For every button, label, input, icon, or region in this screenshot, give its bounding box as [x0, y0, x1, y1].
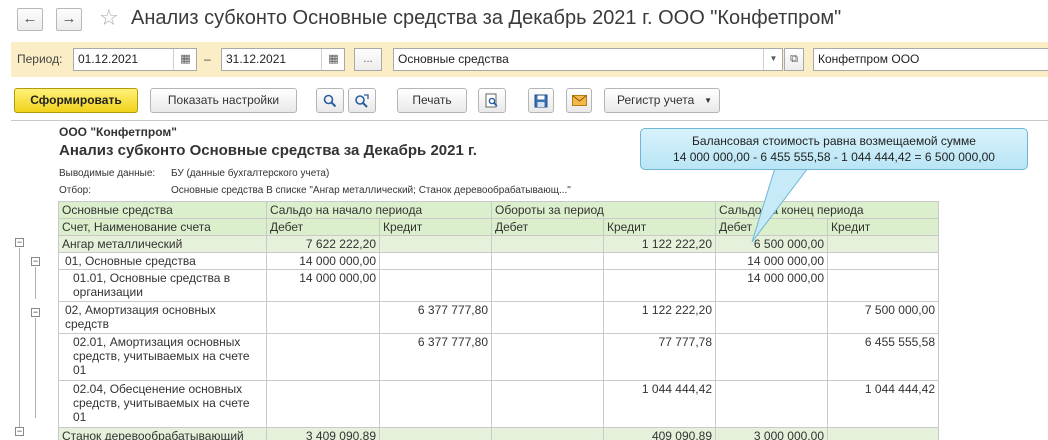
callout-line-2: 14 000 000,00 - 6 455 555,58 - 1 044 444… — [673, 150, 995, 164]
callout-line-1: Балансовая стоимость равна возмещаемой с… — [692, 134, 976, 148]
callout-note: Балансовая стоимость равна возмещаемой с… — [640, 128, 1028, 170]
callout-pointer — [751, 167, 810, 243]
